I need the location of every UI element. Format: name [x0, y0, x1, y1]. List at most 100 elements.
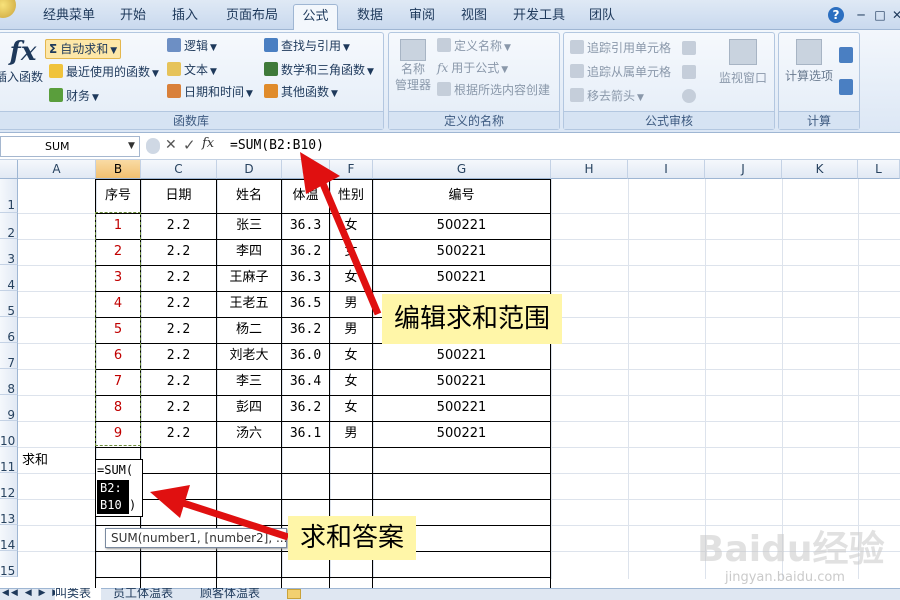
cell-name[interactable]: 李四 [217, 239, 281, 265]
cell-date[interactable]: 2.2 [141, 395, 216, 421]
row-header-8[interactable]: 8 [0, 369, 18, 396]
enter-icon[interactable]: ✓ [183, 136, 196, 154]
calc-sheet-icon[interactable] [839, 79, 853, 95]
logical-button[interactable]: 逻辑 ▼ [167, 37, 217, 57]
help-icon[interactable]: ? [828, 7, 844, 23]
column-header-f[interactable]: F [330, 160, 373, 179]
cell-temp[interactable]: 36.0 [282, 343, 329, 369]
cell-sex[interactable]: 女 [330, 213, 372, 239]
cell-temp[interactable]: 36.4 [282, 369, 329, 395]
cell-date[interactable]: 2.2 [141, 291, 216, 317]
cell-temp[interactable]: 36.3 [282, 265, 329, 291]
remove-arrows-button[interactable]: 移去箭头 ▼ [570, 87, 644, 107]
use-in-formula-button[interactable]: fx 用于公式 ▼ [437, 59, 508, 79]
cell-sex[interactable]: 男 [330, 421, 372, 447]
insert-function-button[interactable]: fx 插入函数 [0, 35, 45, 107]
close-icon[interactable]: ✕ [889, 7, 900, 23]
cell-temp[interactable]: 36.1 [282, 421, 329, 447]
more-functions-button[interactable]: 其他函数 ▼ [264, 83, 338, 103]
cell-name[interactable]: 杨二 [217, 317, 281, 343]
cell-date[interactable]: 2.2 [141, 317, 216, 343]
insert-function-icon[interactable]: fx [202, 136, 214, 151]
cell-sex[interactable]: 男 [330, 291, 372, 317]
calc-now-icon[interactable] [839, 47, 853, 63]
tab-insert[interactable]: 插入 [165, 6, 205, 28]
column-header-i[interactable]: I [628, 160, 705, 179]
cell-sex[interactable]: 女 [330, 239, 372, 265]
minimize-icon[interactable]: ─ [853, 7, 869, 23]
cell-date[interactable]: 2.2 [141, 343, 216, 369]
name-manager-button[interactable]: 名称 管理器 [393, 39, 433, 105]
new-sheet-icon[interactable] [287, 589, 301, 599]
tab-view[interactable]: 视图 [454, 6, 494, 28]
select-all-corner[interactable] [0, 160, 18, 179]
cell-sex[interactable]: 男 [330, 317, 372, 343]
autosum-button[interactable]: Σ 自动求和 ▼ [45, 39, 122, 59]
row-header-12[interactable]: 12 [0, 473, 18, 500]
cell-id[interactable]: 500221 [373, 265, 550, 291]
tab-developer[interactable]: 开发工具 [510, 6, 568, 28]
finance-button[interactable]: 财务 ▼ [49, 87, 99, 107]
cell-name[interactable]: 李三 [217, 369, 281, 395]
show-formulas-icon[interactable] [682, 41, 696, 55]
math-button[interactable]: 数学和三角函数 ▼ [264, 61, 374, 81]
cell-id[interactable]: 500221 [373, 421, 550, 447]
tab-page-layout[interactable]: 页面布局 [222, 6, 282, 28]
office-button[interactable] [0, 0, 16, 18]
formula-input[interactable]: =SUM(B2:B10) [222, 136, 898, 157]
row-header-9[interactable]: 9 [0, 395, 18, 422]
row-header-5[interactable]: 5 [0, 291, 18, 318]
cell-name[interactable]: 刘老大 [217, 343, 281, 369]
row-header-2[interactable]: 2 [0, 213, 18, 240]
column-header-d[interactable]: D [217, 160, 282, 179]
text-button[interactable]: 文本 ▼ [167, 61, 217, 81]
header-num[interactable]: 序号 [96, 183, 140, 209]
header-name[interactable]: 姓名 [217, 183, 281, 209]
cell-temp[interactable]: 36.2 [282, 395, 329, 421]
sum-label[interactable]: 求和 [20, 448, 94, 474]
row-header-3[interactable]: 3 [0, 239, 18, 266]
row-header-14[interactable]: 14 [0, 525, 18, 552]
trace-precedents-button[interactable]: 追踪引用单元格 [570, 39, 671, 57]
column-header-j[interactable]: J [705, 160, 782, 179]
cell-id[interactable]: 500221 [373, 369, 550, 395]
row-header-15[interactable]: 15 [0, 551, 18, 578]
cancel-icon[interactable]: ✕ [165, 137, 177, 153]
cell-name[interactable]: 彭四 [217, 395, 281, 421]
tab-home[interactable]: 开始 [113, 6, 153, 28]
column-header-h[interactable]: H [551, 160, 628, 179]
cell-temp[interactable]: 36.5 [282, 291, 329, 317]
cell-id[interactable]: 500221 [373, 395, 550, 421]
cell-date[interactable]: 2.2 [141, 265, 216, 291]
cell-date[interactable]: 2.2 [141, 369, 216, 395]
cell-sex[interactable]: 女 [330, 395, 372, 421]
datetime-button[interactable]: 日期和时间 ▼ [167, 83, 253, 103]
cell-name[interactable]: 张三 [217, 213, 281, 239]
cell-sex[interactable]: 女 [330, 265, 372, 291]
column-header-g[interactable]: G [373, 160, 551, 179]
cell-name[interactable]: 王麻子 [217, 265, 281, 291]
cell-id[interactable]: 500221 [373, 343, 550, 369]
column-header-k[interactable]: K [782, 160, 858, 179]
header-temp[interactable]: 体温 [282, 183, 329, 209]
tab-review[interactable]: 审阅 [402, 6, 442, 28]
formula-bar-grip-icon[interactable] [146, 138, 160, 154]
restore-icon[interactable]: □ [872, 7, 888, 23]
row-header-11[interactable]: 11 [0, 447, 18, 474]
recent-functions-button[interactable]: 最近使用的函数 ▼ [49, 63, 159, 83]
evaluate-formula-icon[interactable] [682, 89, 696, 103]
tab-data[interactable]: 数据 [350, 6, 390, 28]
header-id[interactable]: 编号 [373, 183, 550, 209]
header-date[interactable]: 日期 [141, 183, 216, 209]
cell-temp[interactable]: 36.2 [282, 239, 329, 265]
row-header-10[interactable]: 10 [0, 421, 18, 448]
column-header-c[interactable]: C [141, 160, 217, 179]
watch-window-button[interactable]: 监视窗口 [714, 39, 772, 105]
header-sex[interactable]: 性别 [330, 183, 372, 209]
name-box[interactable]: SUM [0, 136, 140, 157]
cell-id[interactable]: 500221 [373, 239, 550, 265]
calc-options-button[interactable]: 计算选项 [781, 39, 837, 105]
sheet-tab-2[interactable]: 员工体温表 [113, 588, 185, 600]
row-header-1[interactable]: 1 [0, 179, 18, 213]
error-check-icon[interactable] [682, 65, 696, 79]
